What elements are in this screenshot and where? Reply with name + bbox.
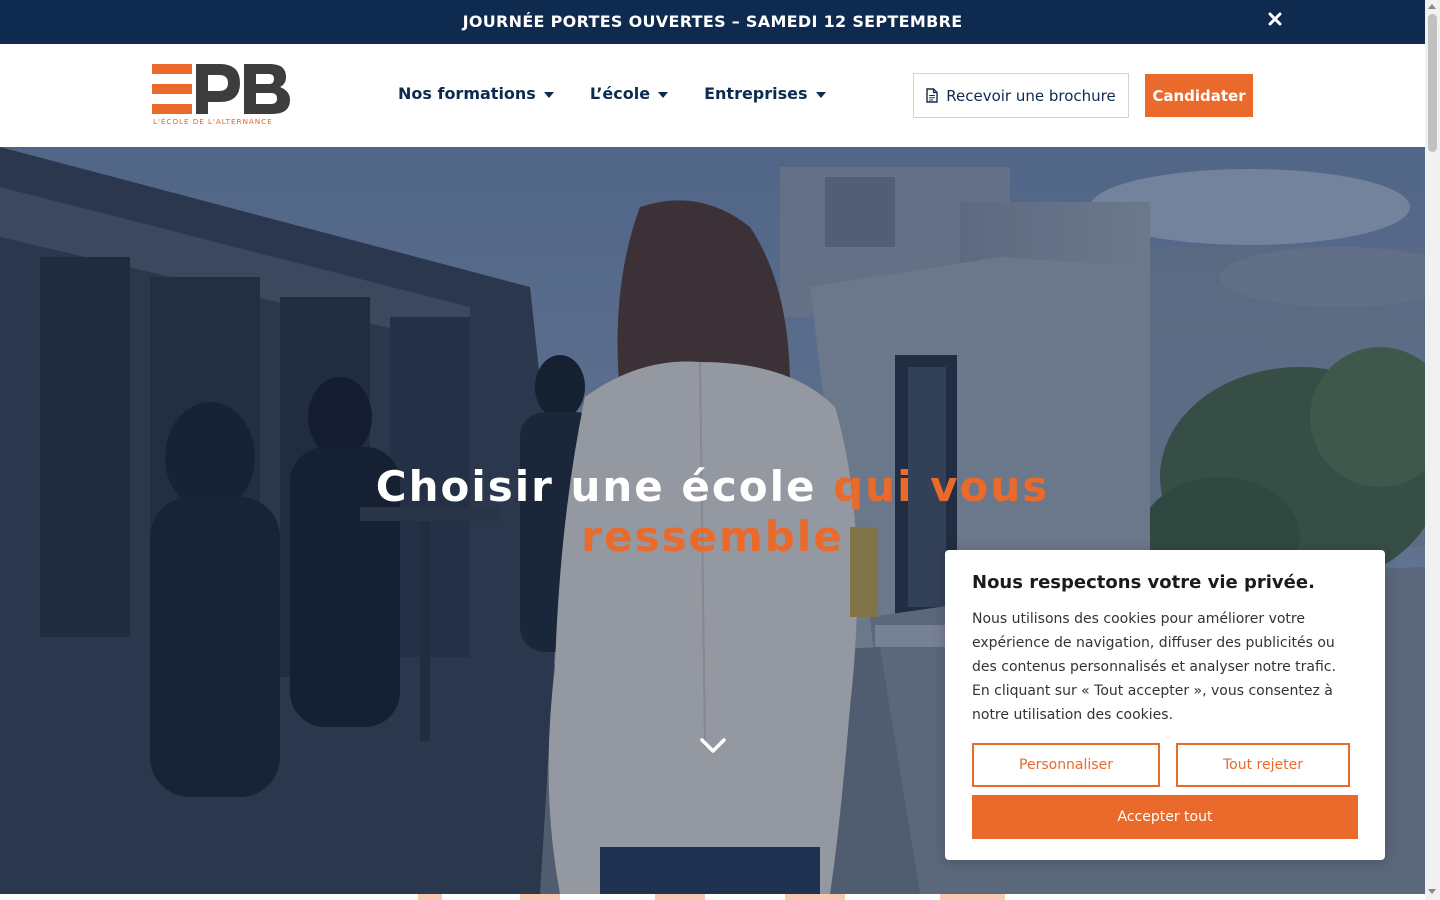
nav-entreprises[interactable]: Entreprises: [704, 84, 826, 103]
scroll-down-arrow-icon[interactable]: [1428, 889, 1436, 894]
site-header: L'ÉCOLE DE L'ALTERNANCE Nos formations L…: [0, 44, 1425, 147]
nav-nos-formations[interactable]: Nos formations: [398, 84, 554, 103]
reject-all-button[interactable]: Tout rejeter: [1176, 743, 1350, 787]
apply-button[interactable]: Candidater: [1145, 74, 1253, 117]
logo-tagline: L'ÉCOLE DE L'ALTERNANCE: [153, 117, 273, 126]
close-icon[interactable]: [1265, 9, 1285, 29]
announcement-text[interactable]: JOURNÉE PORTES OUVERTES – SAMEDI 12 SEPT…: [0, 12, 1425, 31]
announcement-bar: JOURNÉE PORTES OUVERTES – SAMEDI 12 SEPT…: [0, 0, 1425, 44]
document-icon: [926, 88, 938, 103]
hero-title: Choisir une école qui vous ressemble: [340, 462, 1085, 562]
nav-l-ecole[interactable]: L’école: [589, 84, 669, 103]
epb-logo-mark: [152, 64, 290, 114]
scroll-thumb[interactable]: [1428, 14, 1437, 152]
nav-label: Entreprises: [704, 84, 808, 103]
nav-label: Nos formations: [398, 84, 536, 103]
nav-label: L’école: [589, 84, 651, 103]
main-nav: Nos formations L’école Entreprises: [398, 84, 826, 103]
caret-down-icon: [543, 91, 554, 98]
customize-button[interactable]: Personnaliser: [972, 743, 1160, 787]
chevron-down-icon[interactable]: [699, 736, 727, 756]
next-section-peek: [0, 894, 1425, 900]
page-scrollbar[interactable]: [1425, 0, 1440, 900]
hero-title-plain: Choisir une école: [375, 462, 834, 511]
brochure-label: Recevoir une brochure: [946, 86, 1116, 105]
caret-down-icon: [658, 91, 669, 98]
cookie-text: Nous utilisons des cookies pour améliore…: [972, 611, 1336, 723]
cookie-title: Nous respectons votre vie privée.: [972, 572, 1315, 593]
cookie-consent-dialog: Nous respectons votre vie privée. Nous u…: [945, 550, 1385, 860]
epb-logo[interactable]: L'ÉCOLE DE L'ALTERNANCE: [152, 62, 292, 128]
caret-down-icon: [815, 91, 826, 98]
brochure-button[interactable]: Recevoir une brochure: [913, 73, 1129, 118]
accept-all-button[interactable]: Accepter tout: [972, 795, 1358, 839]
scroll-up-arrow-icon[interactable]: [1428, 4, 1436, 9]
